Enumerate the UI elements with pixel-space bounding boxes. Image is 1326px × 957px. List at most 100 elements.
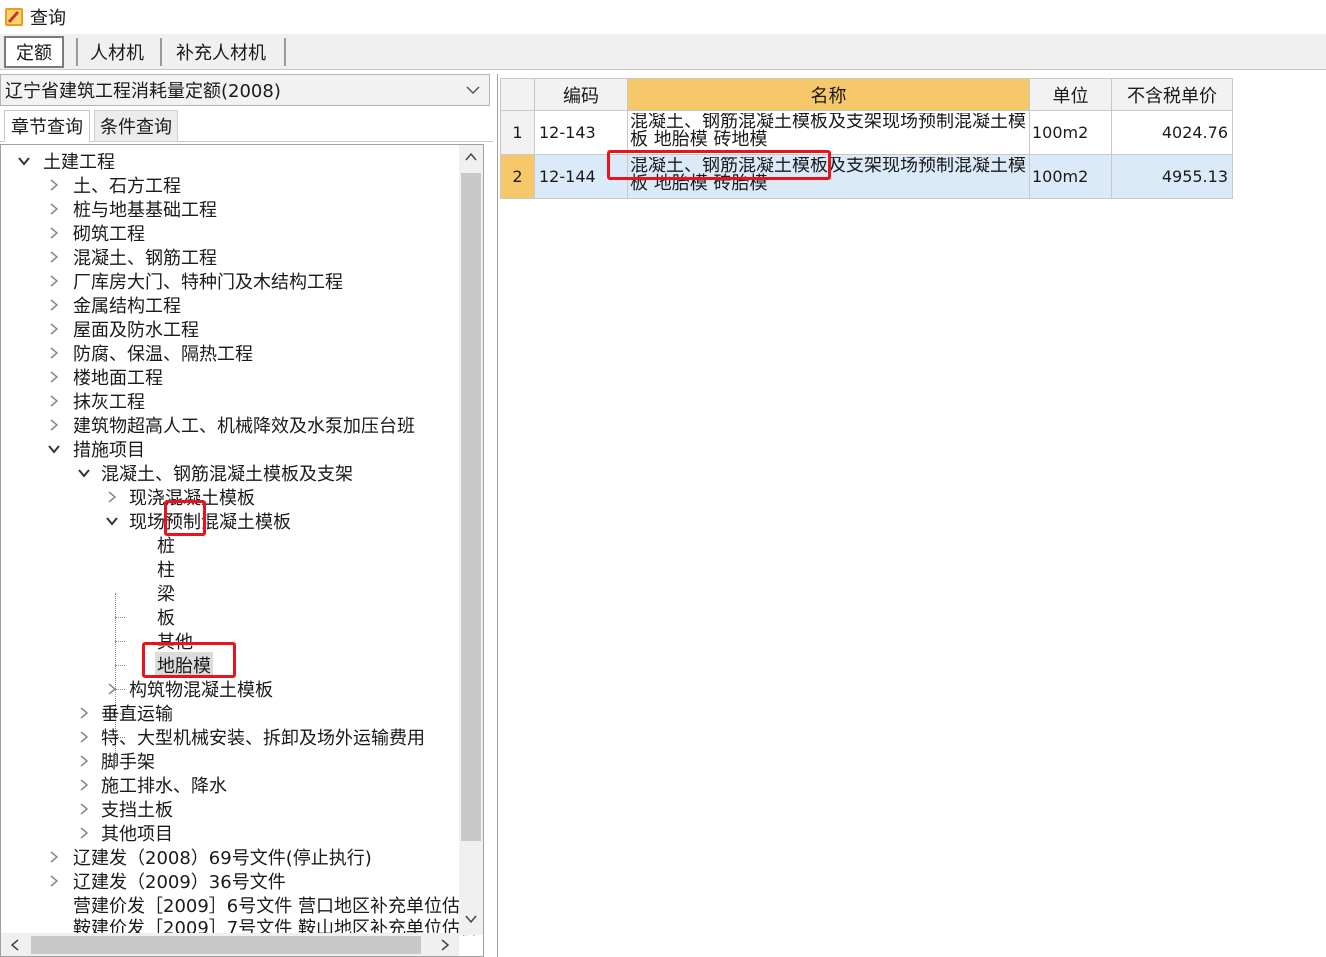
tree-node[interactable]: 施工排水、降水 [77, 773, 227, 797]
tree-node[interactable]: 辽建发（2009）36号文件 [47, 869, 286, 893]
table-row[interactable]: 1 12-143 混凝土、钢筋混凝土模板及支架现场预制混凝土模板 地胎模 砖地模… [500, 110, 1233, 155]
collapsed-arrow-icon [50, 251, 59, 263]
collapsed-arrow-icon [108, 491, 117, 503]
tab-separator [76, 38, 78, 66]
tree-node[interactable]: 混凝土、钢筋混凝土模板及支架 [77, 461, 353, 485]
tree-leaf[interactable]: 梁 [157, 581, 175, 605]
result-panel: 编码 名称 单位 不含税单价 1 12-143 混凝土、钢筋混凝土模板及支架现场… [497, 74, 1326, 957]
collapsed-arrow-icon [108, 683, 117, 695]
collapsed-arrow-icon [80, 827, 89, 839]
window-title: 查询 [30, 8, 66, 29]
app-icon [5, 8, 23, 26]
row-number: 2 [500, 154, 535, 199]
tree-node[interactable]: 楼地面工程 [47, 365, 163, 389]
scroll-left-icon[interactable] [9, 938, 21, 952]
tab-dinge[interactable]: 定额 [4, 36, 64, 68]
tree-node[interactable]: 厂库房大门、特种门及木结构工程 [47, 269, 343, 293]
tree-leaf[interactable]: 柱 [157, 557, 175, 581]
collapsed-arrow-icon [80, 803, 89, 815]
expanded-arrow-icon [106, 517, 118, 526]
tree-guide [115, 617, 125, 618]
tree-node[interactable]: 混凝土、钢筋工程 [47, 245, 217, 269]
tab-rencaiji[interactable]: 人材机 [82, 36, 152, 68]
expanded-arrow-icon [18, 157, 30, 166]
collapsed-arrow-icon [50, 851, 59, 863]
tree-node[interactable]: 屋面及防水工程 [47, 317, 199, 341]
tree-node[interactable]: 支挡土板 [77, 797, 173, 821]
tree-node[interactable]: 土建工程 [15, 149, 115, 173]
collapsed-arrow-icon [80, 731, 89, 743]
sub-tab-bar: 章节查询 条件查询 [0, 110, 493, 142]
row-number: 1 [500, 110, 535, 155]
tree-node[interactable]: 抹灰工程 [47, 389, 145, 413]
expanded-arrow-icon [78, 469, 90, 478]
collapsed-arrow-icon [50, 419, 59, 431]
chapter-tree: 土建工程 土、石方工程 桩与地基基础工程 砌筑工程 混凝土、钢筋工程 厂库房大门… [0, 144, 484, 957]
tree-leaf[interactable]: 桩 [157, 533, 175, 557]
main-tab-bar: 定额 人材机 补充人材机 [0, 34, 1326, 70]
tree-node[interactable]: 脚手架 [77, 749, 155, 773]
expanded-arrow-icon [48, 445, 60, 454]
tree-node[interactable]: 金属结构工程 [47, 293, 181, 317]
collapsed-arrow-icon [50, 203, 59, 215]
tab-separator [160, 38, 162, 66]
cell-price[interactable]: 4955.13 [1111, 154, 1233, 199]
row-number-header [500, 78, 535, 111]
quota-library-select[interactable]: 辽宁省建筑工程消耗量定额(2008) [0, 74, 490, 106]
tree-node[interactable]: 砌筑工程 [47, 221, 145, 245]
tree-guide [115, 665, 125, 666]
chevron-down-icon [466, 86, 480, 95]
left-panel: 辽宁省建筑工程消耗量定额(2008) 章节查询 条件查询 土建工程 土、石方工程… [0, 74, 493, 957]
collapsed-arrow-icon [50, 875, 59, 887]
tree-node[interactable]: 垂直运输 [77, 701, 173, 725]
annotation-highlight [607, 150, 831, 180]
scroll-thumb[interactable] [461, 173, 481, 841]
tab-buchong-rencaiji[interactable]: 补充人材机 [166, 36, 276, 68]
collapsed-arrow-icon [50, 227, 59, 239]
collapsed-arrow-icon [50, 371, 59, 383]
tab-separator [284, 38, 286, 66]
collapsed-arrow-icon [50, 395, 59, 407]
cell-price[interactable]: 4024.76 [1111, 110, 1233, 155]
scroll-up-icon[interactable] [464, 151, 478, 163]
collapsed-arrow-icon [50, 347, 59, 359]
column-header-unit[interactable]: 单位 [1029, 78, 1112, 111]
tree-node[interactable]: 辽建发（2008）69号文件(停止执行) [47, 845, 372, 869]
cell-name-text: 混凝土、钢筋混凝土模板及支架现场预制混凝土模板 地胎模 砖地模 [630, 112, 1026, 150]
tree-node[interactable]: 建筑物超高人工、机械降效及水泵加压台班 [47, 413, 415, 437]
collapsed-arrow-icon [50, 299, 59, 311]
collapsed-arrow-icon [80, 779, 89, 791]
collapsed-arrow-icon [80, 707, 89, 719]
tree-guide [115, 641, 125, 642]
column-header-code[interactable]: 编码 [534, 78, 628, 111]
tree-node[interactable]: 特、大型机械安装、拆卸及场外运输费用 [77, 725, 425, 749]
tree-node[interactable]: 土、石方工程 [47, 173, 181, 197]
annotation-highlight [164, 500, 206, 536]
tree-node[interactable]: 其他项目 [77, 821, 173, 845]
collapsed-arrow-icon [50, 323, 59, 335]
window-titlebar: 查询 [0, 0, 1326, 34]
cell-name[interactable]: 混凝土、钢筋混凝土模板及支架现场预制混凝土模板 地胎模 砖地模 [627, 110, 1030, 155]
cell-unit[interactable]: 100m2 [1029, 110, 1112, 155]
cell-unit[interactable]: 100m2 [1029, 154, 1112, 199]
tree-horizontal-scrollbar[interactable] [1, 933, 459, 956]
tree-node[interactable]: 防腐、保温、隔热工程 [47, 341, 253, 365]
tree-node[interactable]: 措施项目 [47, 437, 145, 461]
column-header-name[interactable]: 名称 [627, 78, 1030, 111]
tab-condition-query[interactable]: 条件查询 [94, 110, 178, 142]
scroll-down-icon[interactable] [464, 913, 478, 925]
collapsed-arrow-icon [50, 179, 59, 191]
tab-chapter-query[interactable]: 章节查询 [4, 110, 90, 142]
cell-code[interactable]: 12-143 [534, 110, 628, 155]
collapsed-arrow-icon [50, 275, 59, 287]
scroll-right-icon[interactable] [439, 938, 451, 952]
column-header-price[interactable]: 不含税单价 [1111, 78, 1233, 111]
collapsed-arrow-icon [80, 755, 89, 767]
tree-vertical-scrollbar[interactable] [459, 145, 483, 935]
quota-table: 编码 名称 单位 不含税单价 1 12-143 混凝土、钢筋混凝土模板及支架现场… [500, 78, 1233, 199]
table-header-row: 编码 名称 单位 不含税单价 [500, 78, 1233, 111]
tree-leaf[interactable]: 板 [157, 605, 175, 629]
tree-node[interactable]: 构筑物混凝土模板 [105, 677, 273, 701]
tree-node[interactable]: 桩与地基基础工程 [47, 197, 217, 221]
scroll-thumb[interactable] [31, 936, 421, 954]
